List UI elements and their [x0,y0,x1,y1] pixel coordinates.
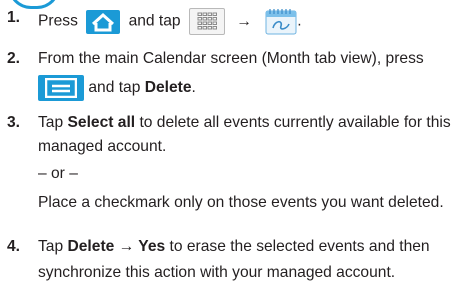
step-line: Place a checkmark only on those events y… [38,194,444,211]
or-separator: – or – [38,165,78,182]
step-number: 3. [7,114,21,131]
step-line: managed account. [38,138,167,155]
step-line: Press and tap → . [38,8,302,35]
step-line: Tap Select all to delete all events curr… [38,114,451,131]
calendar-icon [265,8,297,35]
ui-term: Delete [144,79,192,97]
apps-icon [188,8,225,35]
arrow-icon: → [236,12,252,30]
step-number: 1. [7,9,21,26]
step-line: and tap Delete. [38,75,196,101]
step-line: From the main Calendar screen (Month tab… [38,50,424,67]
home-icon [86,9,121,34]
step-line: synchronize this action with your manage… [38,264,396,281]
step-number: 4. [7,238,21,255]
step-line: Tap Delete → Yes to erase the selected e… [38,238,430,255]
menu-icon [38,75,84,101]
ui-term: Select all [67,114,136,131]
instruction-page: 1. Press and tap → . 2. From the main Ca… [0,0,472,302]
ui-term: Delete → Yes [67,238,166,255]
step-number: 2. [7,50,21,67]
